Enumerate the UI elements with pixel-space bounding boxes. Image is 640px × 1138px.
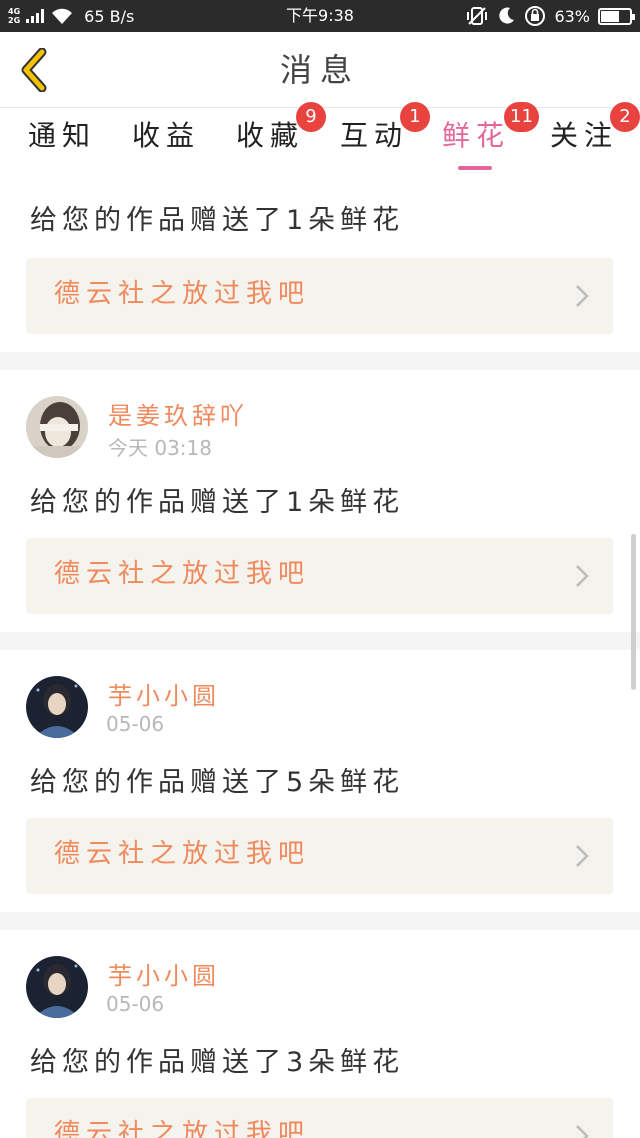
work-title: 德云社之放过我吧 [54, 839, 311, 869]
tab-label: 收益 [132, 119, 201, 152]
avatar-image [26, 396, 88, 458]
list-item: 芋小小圆 05-06 给您的作品赠送了3朵鲜花 德云社之放过我吧 [0, 930, 640, 1138]
back-button[interactable] [12, 46, 56, 94]
moon-icon [499, 7, 515, 24]
header: 消息 [0, 32, 640, 108]
battery-fill [601, 10, 619, 22]
tab-label: 互动 [340, 119, 409, 152]
list-item: 给您的作品赠送了1朵鲜花 德云社之放过我吧 [0, 172, 640, 352]
sender-name[interactable]: 芋小小圆 [108, 956, 220, 991]
tab-flowers[interactable]: 鲜花 11 [442, 102, 539, 172]
interactions-badge: 1 [400, 102, 430, 132]
tab-following[interactable]: 关注 2 [550, 102, 640, 172]
sender-name[interactable]: 芋小小圆 [108, 676, 220, 711]
active-tab-indicator [458, 166, 492, 170]
tab-label: 鲜花 [442, 119, 511, 152]
flowers-badge: 11 [504, 102, 539, 132]
favorites-badge: 9 [296, 102, 326, 132]
list-item: 是姜玖辞吖 今天 03:18 给您的作品赠送了1朵鲜花 德云社之放过我吧 [0, 370, 640, 632]
tab-bar: 通知 收益 收藏 9 互动 1 鲜花 11 关注 2 [0, 102, 640, 172]
work-link[interactable]: 德云社之放过我吧 [26, 818, 613, 894]
chevron-right-icon [576, 285, 589, 307]
list-item: 芋小小圆 05-06 给您的作品赠送了5朵鲜花 德云社之放过我吧 [0, 650, 640, 912]
work-link[interactable]: 德云社之放过我吧 [26, 258, 613, 334]
chevron-right-icon [576, 845, 589, 867]
tab-label: 关注 [550, 119, 619, 152]
work-link[interactable]: 德云社之放过我吧 [26, 1098, 613, 1138]
battery-icon [598, 7, 635, 25]
battery-percent: 63% [554, 6, 590, 26]
back-arrow-icon [21, 48, 47, 92]
scrollbar[interactable] [631, 534, 636, 690]
page-title: 消息 [279, 51, 360, 89]
tab-favorites[interactable]: 收藏 9 [236, 102, 326, 172]
avatar-image [26, 676, 88, 738]
tab-label: 收藏 [236, 119, 305, 152]
sender-name[interactable]: 是姜玖辞吖 [108, 396, 248, 431]
avatar[interactable] [26, 676, 88, 738]
tab-notifications[interactable]: 通知 [28, 108, 96, 172]
message-text: 给您的作品赠送了5朵鲜花 [30, 767, 405, 798]
message-time: 05-06 [106, 992, 165, 1016]
message-time: 05-06 [106, 712, 165, 736]
work-title: 德云社之放过我吧 [54, 1119, 311, 1138]
work-title: 德云社之放过我吧 [54, 559, 311, 589]
status-right: 63% [466, 0, 635, 32]
following-badge: 2 [610, 102, 640, 132]
avatar[interactable] [26, 956, 88, 1018]
tab-earnings[interactable]: 收益 [132, 108, 200, 172]
work-link[interactable]: 德云社之放过我吧 [26, 538, 613, 614]
chevron-right-icon [576, 1125, 589, 1138]
message-time: 今天 03:18 [108, 436, 212, 460]
avatar[interactable] [26, 396, 88, 458]
tab-interactions[interactable]: 互动 1 [340, 102, 430, 172]
message-text: 给您的作品赠送了1朵鲜花 [30, 205, 405, 236]
divider [0, 912, 640, 930]
message-text: 给您的作品赠送了3朵鲜花 [30, 1047, 405, 1078]
avatar-image [26, 956, 88, 1018]
tab-label: 通知 [28, 119, 97, 152]
status-bar: 4G 2G 65 B/s 下午9:38 63% [0, 0, 640, 32]
vibrate-mode-icon [467, 7, 488, 25]
message-list[interactable]: 给您的作品赠送了1朵鲜花 德云社之放过我吧 是姜玖辞吖 今天 03:18 给您的… [0, 172, 640, 1138]
rotation-lock-icon [525, 6, 546, 26]
work-title: 德云社之放过我吧 [54, 279, 311, 309]
chevron-right-icon [576, 565, 589, 587]
message-text: 给您的作品赠送了1朵鲜花 [30, 487, 405, 518]
divider [0, 632, 640, 650]
divider [0, 352, 640, 370]
